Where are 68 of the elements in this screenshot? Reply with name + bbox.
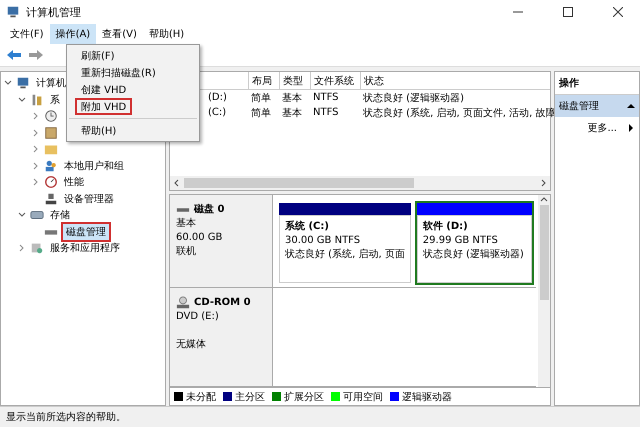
column-header[interactable]: 状态 [360, 72, 550, 89]
disk-detail: 无媒体 [176, 338, 207, 352]
tree-item[interactable]: 性能 [61, 174, 87, 190]
tree-item[interactable]: 本地用户和组 [61, 158, 127, 174]
disk-name: CD-ROM 0 [194, 296, 251, 310]
actions-item[interactable]: 更多... [555, 117, 639, 139]
table-cell-text: 简单 [250, 106, 272, 120]
menu-entry[interactable]: 重新扫描磁盘(R) [75, 64, 162, 81]
table-cell-text: 简单 [250, 92, 272, 104]
cd-drive-icon [176, 296, 190, 310]
horizontal-scrollbar[interactable] [170, 176, 550, 190]
tree-item[interactable]: 服务和应用程序 [47, 240, 123, 256]
tree-item[interactable]: 设备管理器 [61, 190, 117, 207]
column-header[interactable]: 文件系统 [310, 72, 360, 89]
partition-size: 29.99 GB NTFS [422, 234, 499, 248]
menu-entry[interactable]: 附加 VHD [75, 98, 132, 115]
tree-item[interactable]: 磁盘管理 [61, 222, 111, 242]
legend-label: 未分配 [186, 390, 216, 404]
partition-block[interactable]: 软件 (D:) 29.99 GB NTFS 状态良好 (逻辑驱动器) [414, 201, 534, 285]
legend-label: 主分区 [235, 390, 265, 404]
legend-label: 扩展分区 [284, 390, 324, 404]
table-cell-text: NTFS [312, 107, 340, 118]
disk-detail: 联机 [176, 245, 197, 259]
disk-name: 磁盘 0 [194, 203, 224, 217]
status-bar: 显示当前所选内容的帮助。 [0, 406, 640, 427]
menu-item[interactable]: 操作(A) [50, 24, 96, 44]
menu-item[interactable]: 文件(F) [4, 24, 50, 44]
disk-detail: DVD (E:) [176, 310, 220, 324]
table-cell-text: NTFS [312, 92, 340, 103]
partition-size: 30.00 GB NTFS [285, 234, 362, 248]
disk-detail: 基本 [176, 217, 197, 231]
users-icon [44, 158, 58, 173]
partition-status: 状态良好 (系统, 启动, 页面 [285, 248, 405, 262]
tree-item[interactable]: 系 [47, 92, 63, 108]
table-cell-text: 状态良好 (逻辑驱动器) [362, 92, 465, 104]
table-cell-text: (C:) [207, 107, 228, 118]
window-title: 计算机管理 [26, 4, 81, 20]
table-cell-text: (D:) [207, 92, 228, 103]
legend-label: 逻辑驱动器 [402, 390, 452, 404]
menu-item[interactable]: 查看(V) [96, 24, 143, 44]
actions-section[interactable]: 磁盘管理 [555, 95, 639, 117]
forward-arrow-icon[interactable] [28, 49, 44, 61]
computer-icon [6, 5, 20, 19]
table-cell-text: 基本 [281, 92, 303, 104]
tree-item[interactable]: 计算机 [33, 75, 69, 92]
tree-item[interactable]: 存储 [47, 207, 73, 224]
column-header[interactable]: 布局 [248, 72, 279, 89]
menu-entry[interactable]: 帮助(H) [75, 122, 122, 139]
table-cell-text: 基本 [281, 106, 303, 120]
vertical-scrollbar[interactable] [538, 195, 550, 387]
menu-item[interactable]: 帮助(H) [142, 24, 190, 44]
back-arrow-icon[interactable] [6, 49, 22, 61]
partition-label: 软件 (D:) [422, 220, 469, 234]
gauge-icon [44, 175, 58, 190]
partition-status: 状态良好 (逻辑驱动器) [422, 248, 525, 262]
disk-detail: 60.00 GB [176, 231, 224, 245]
computer-icon [16, 76, 30, 90]
column-header[interactable]: 类型 [279, 72, 310, 89]
close-icon[interactable] [613, 7, 623, 17]
menu-entry[interactable]: 创建 VHD [75, 81, 132, 98]
collapse-triangle-icon[interactable] [627, 102, 635, 110]
partition-label: 系统 (C:) [285, 220, 330, 234]
clock-icon [44, 109, 58, 124]
menu-entry[interactable]: 刷新(F) [75, 47, 121, 64]
submenu-arrow-icon [627, 124, 635, 132]
maximize-icon[interactable] [563, 7, 573, 17]
legend-label: 可用空间 [343, 390, 383, 404]
table-cell-text: 状态良好 (系统, 启动, 页面文件, 活动, 故障 [362, 106, 557, 120]
